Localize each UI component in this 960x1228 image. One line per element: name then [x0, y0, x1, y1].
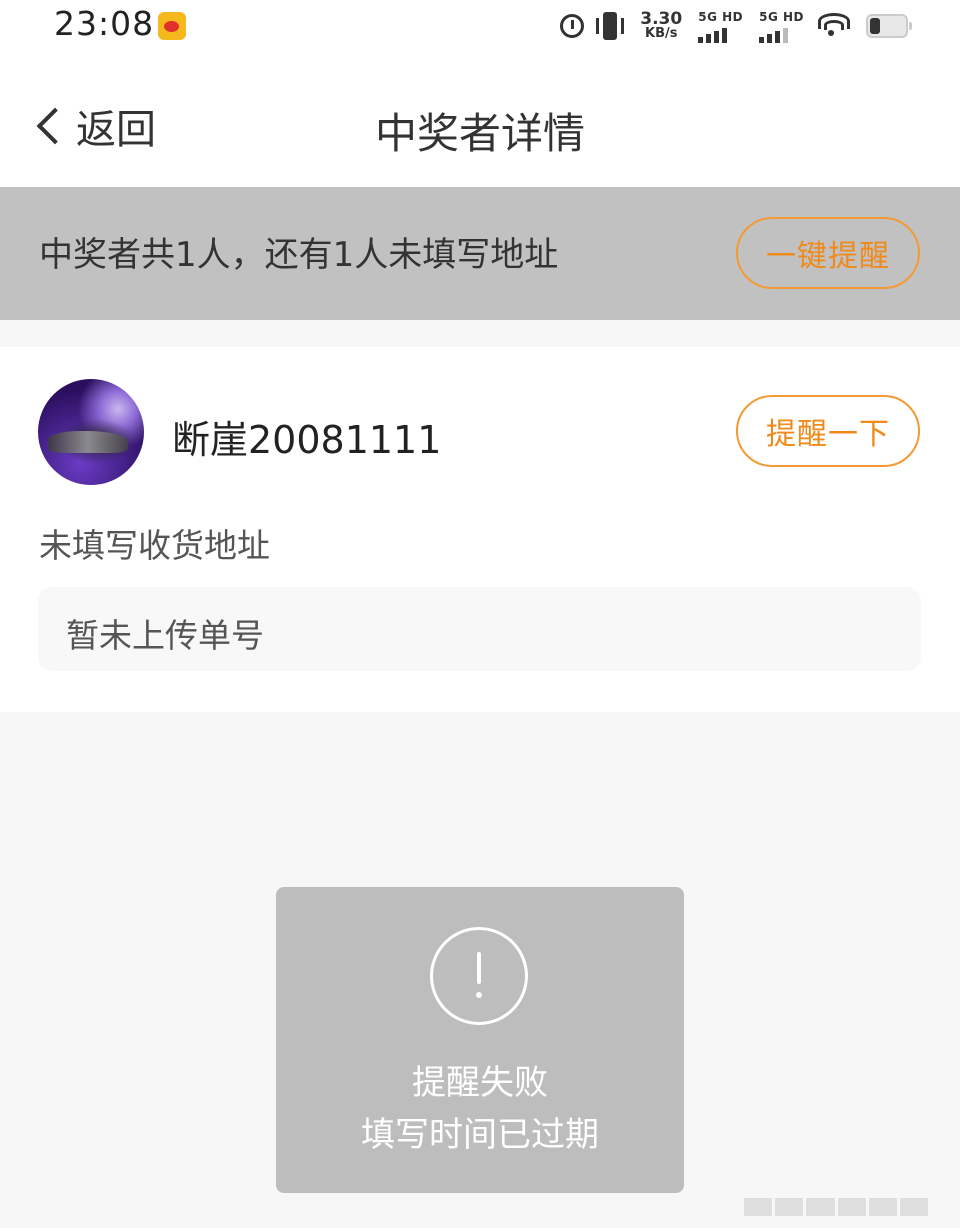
remind-all-button[interactable]: 一键提醒 — [736, 217, 920, 289]
toast-title: 提醒失败 — [412, 1063, 548, 1103]
wifi-icon — [818, 13, 850, 39]
scroll-indicator — [744, 1198, 929, 1216]
status-icons: 3.30 KB/s 5G HD 5G HD — [560, 6, 912, 46]
network-speed-unit: KB/s — [645, 26, 678, 41]
tracking-number-box: 暂未上传单号 — [38, 587, 921, 671]
screen: 23:08 3.30 KB/s 5G HD 5G HD 返回 中奖者详情 中奖者… — [0, 0, 960, 1228]
network-speed-value: 3.30 — [640, 9, 683, 29]
sim2-signal: 5G HD — [759, 10, 804, 43]
alarm-icon — [560, 14, 585, 38]
sim1-signal-bars-icon — [698, 27, 728, 43]
vibrate-icon — [594, 12, 626, 40]
exclamation-circle-icon — [430, 927, 528, 1025]
weibo-icon — [158, 12, 186, 40]
summary-banner: 中奖者共1人，还有1人未填写地址 一键提醒 — [0, 187, 960, 320]
page-title: 中奖者详情 — [374, 109, 585, 158]
sim1-signal: 5G HD — [698, 10, 743, 43]
tracking-status: 暂未上传单号 — [66, 616, 264, 655]
remind-winner-button[interactable]: 提醒一下 — [736, 395, 920, 467]
sim2-signal-bars-icon — [759, 27, 789, 43]
status-bar: 23:08 3.30 KB/s 5G HD 5G HD — [0, 0, 960, 56]
sim2-label: 5G HD — [759, 9, 804, 24]
error-toast: 提醒失败 填写时间已过期 — [276, 887, 684, 1193]
winner-username: 断崖20081111 — [172, 418, 442, 462]
winner-summary-text: 中奖者共1人，还有1人未填写地址 — [39, 235, 559, 275]
winner-card: 断崖20081111 提醒一下 未填写收货地址 暂未上传单号 — [0, 347, 960, 712]
avatar[interactable] — [38, 379, 144, 485]
status-time: 23:08 — [54, 4, 155, 43]
sim1-label: 5G HD — [698, 9, 744, 24]
address-status: 未填写收货地址 — [39, 526, 270, 565]
network-speed: 3.30 KB/s — [640, 11, 682, 41]
nav-bar: 返回 中奖者详情 — [0, 56, 960, 187]
toast-message: 填写时间已过期 — [361, 1115, 599, 1155]
battery-icon — [866, 14, 912, 38]
